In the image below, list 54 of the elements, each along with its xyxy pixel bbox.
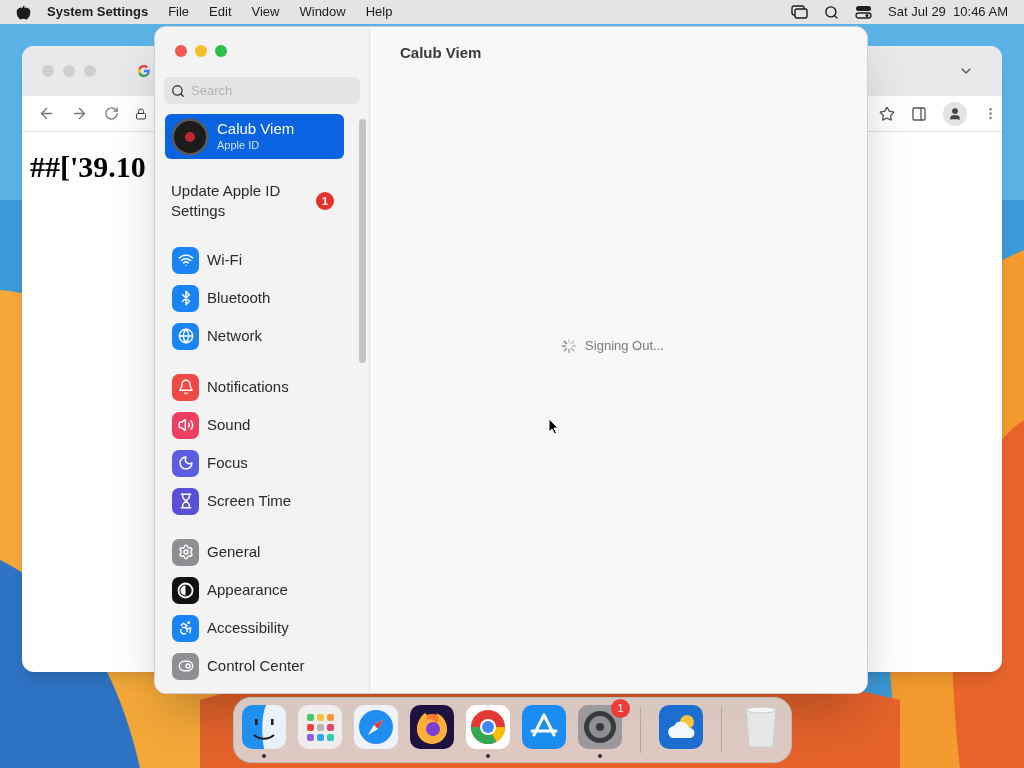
weather-icon[interactable]	[656, 702, 705, 751]
windows-icon[interactable]	[791, 5, 809, 19]
sidebar-item[interactable]: Accessibility	[165, 609, 344, 647]
account-item[interactable]: Calub Viem Apple ID	[165, 114, 344, 159]
avatar-icon	[171, 117, 209, 156]
google-icon[interactable]	[137, 64, 151, 78]
status-text: Signing Out...	[585, 337, 664, 356]
spinner-icon	[561, 338, 578, 354]
sidebar-item[interactable]: Notifications	[165, 368, 344, 406]
side-panel-icon[interactable]	[911, 105, 927, 122]
window-title: Calub Viem	[400, 43, 482, 63]
sidebar-item[interactable]: Control Center	[165, 647, 344, 685]
app-menu[interactable]: System Settings	[47, 2, 149, 22]
menu-item[interactable]: Edit	[209, 2, 232, 22]
star-icon[interactable]	[879, 105, 895, 122]
page-text: ##['39.10	[30, 150, 146, 183]
scroll-bar[interactable]	[359, 119, 366, 363]
chrome-icon[interactable]	[464, 702, 512, 751]
forward-icon[interactable]	[71, 105, 88, 122]
account-name: Calub Viem	[217, 120, 295, 139]
dock-badge: 1	[611, 698, 630, 718]
sidebar-item[interactable]: Network	[165, 317, 344, 355]
menu-item[interactable]: File	[168, 2, 190, 22]
notice-label: Update Apple ID Settings	[171, 181, 282, 221]
close-button[interactable]	[175, 45, 187, 57]
menu-item[interactable]: Window	[299, 2, 346, 22]
apple-icon[interactable]	[16, 4, 31, 20]
account-subtitle: Apple ID	[217, 139, 261, 153]
menu-item[interactable]: Help	[365, 2, 393, 22]
sidebar-item[interactable]: Bluetooth	[165, 279, 344, 317]
app-store-icon[interactable]	[520, 702, 568, 751]
compass-icon[interactable]	[352, 702, 400, 751]
finder-icon[interactable]	[240, 702, 288, 751]
profile-icon[interactable]	[943, 101, 967, 126]
sidebar-item[interactable]: General	[165, 533, 344, 571]
control-center-icon[interactable]	[855, 5, 873, 19]
sidebar-item[interactable]: Sound	[165, 406, 344, 444]
launchpad-icon[interactable]	[296, 702, 344, 751]
notice-badge: 1	[316, 192, 334, 210]
search-icon[interactable]	[824, 4, 840, 20]
firefox-icon[interactable]	[408, 702, 456, 751]
menu-item[interactable]: View	[251, 2, 280, 22]
menu-clock[interactable]: Sat Jul 29 10:46 AM	[888, 2, 1008, 22]
gear-icon[interactable]	[576, 702, 624, 751]
sidebar-item[interactable]: Appearance	[165, 571, 344, 609]
reload-icon[interactable]	[104, 106, 119, 121]
back-icon[interactable]	[38, 105, 55, 122]
sidebar-item[interactable]: Focus	[165, 444, 344, 482]
sidebar-item[interactable]: Wi-Fi	[165, 241, 344, 279]
lock-icon	[135, 107, 147, 120]
search-icon	[171, 84, 185, 98]
sidebar-item[interactable]: Screen Time	[165, 482, 344, 520]
cursor-icon	[548, 418, 559, 435]
update-notice[interactable]: Update Apple ID Settings 1	[165, 175, 344, 227]
